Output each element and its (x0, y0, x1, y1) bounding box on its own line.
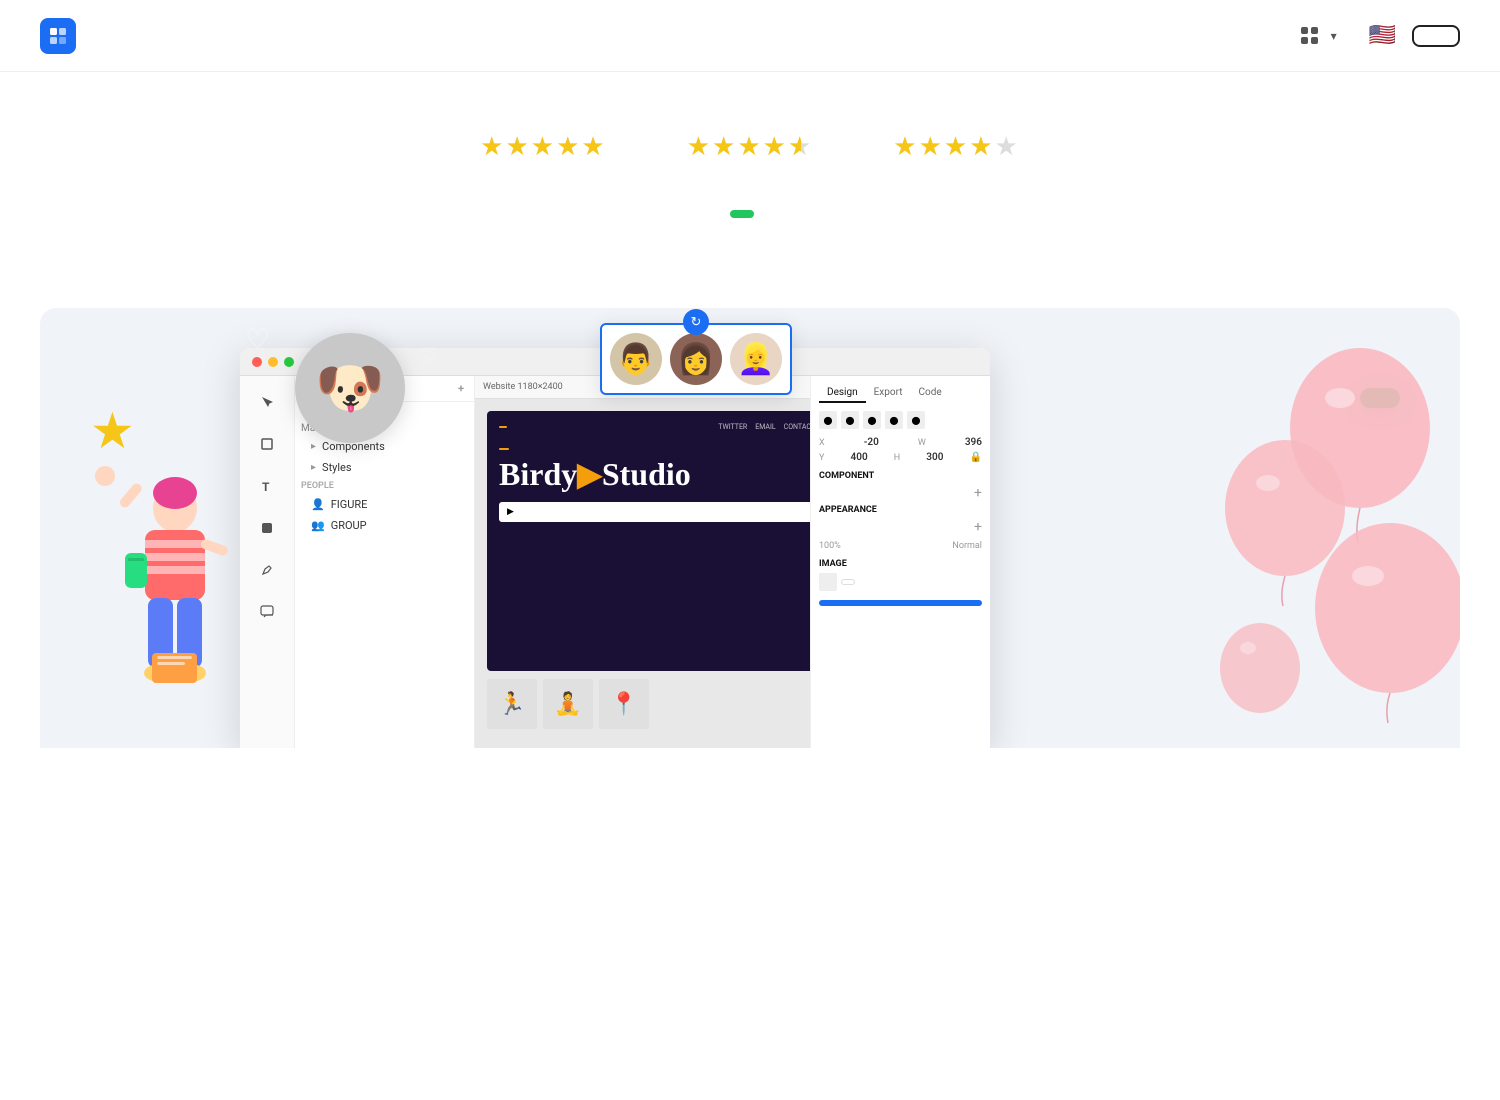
floating-dog: 🐶 (295, 333, 405, 443)
tab-export[interactable]: Export (866, 384, 911, 403)
reviews-row: ★★★★★ ★★★★ ★ ★ ★★★★★ (60, 132, 1440, 170)
minimize-dot (268, 357, 278, 367)
nav-contact: CONTACT (784, 423, 810, 431)
play-icon: ▶ (507, 507, 514, 517)
grid-icon (1301, 27, 1319, 45)
signin-button[interactable] (1412, 25, 1460, 47)
image-section: IMAGE (819, 559, 982, 569)
props-x-value: -20 (864, 437, 879, 448)
canvas-area[interactable]: Website 1180×2400 TWITTER EMAIL (475, 376, 810, 748)
canvas-content: TWITTER EMAIL CONTACT Birdy▶Studio ▶ (475, 399, 810, 741)
props-y-row: Y 400 H 300 🔒 (819, 452, 982, 463)
review-2: ★★★★ ★ ★ (687, 132, 814, 170)
component-section: COMPONENT (819, 471, 982, 481)
review-3: ★★★★★ (893, 132, 1020, 170)
screenshot-inner: ★ (40, 308, 1460, 748)
props-x-label: X (819, 438, 825, 448)
refresh-icon[interactable]: ↻ (683, 309, 709, 335)
tab-code[interactable]: Code (910, 384, 949, 403)
nav-email: EMAIL (755, 423, 775, 431)
props-y-label: Y (819, 453, 824, 463)
nav-links (126, 28, 1285, 44)
thumb-2: 🧘 (543, 679, 593, 729)
nav-pricing[interactable] (286, 28, 314, 44)
add-layer-icon[interactable]: + (458, 382, 464, 395)
nav-release-notes[interactable] (190, 28, 218, 44)
language-flag[interactable]: 🇺🇸 (1369, 23, 1396, 48)
nav-documentation[interactable] (126, 28, 154, 44)
review-1: ★★★★★ (480, 132, 607, 170)
nav-request-features[interactable] (158, 28, 186, 44)
index-badge (499, 426, 507, 428)
thumb-3: 📍 (599, 679, 649, 729)
birdy-title: Birdy▶Studio (499, 458, 810, 490)
navbar: ▾ 🇺🇸 (0, 0, 1500, 72)
hero-subtext-line (60, 210, 1440, 218)
new-badge (730, 210, 754, 218)
site-nav: TWITTER EMAIL CONTACT (718, 423, 810, 431)
website-topbar: TWITTER EMAIL CONTACT (499, 423, 810, 431)
chevron-down-icon: ▾ (1331, 29, 1337, 43)
illustration-left: ★ (70, 368, 270, 748)
props-y-value: 400 (851, 452, 868, 463)
layer-item-person2[interactable]: 👥 GROUP (295, 515, 474, 536)
props-tab-bar: Design Export Code (819, 384, 982, 403)
properties-panel: Design Export Code ⬤ ⬤ ⬤ ⬤ ⬤ X -20 W (810, 376, 990, 748)
align-center-h[interactable]: ⬤ (841, 411, 859, 429)
align-tools: ⬤ ⬤ ⬤ ⬤ ⬤ (819, 411, 982, 429)
image-thumb (819, 573, 837, 591)
props-h-value: 300 (926, 452, 943, 463)
layer-item-person1[interactable]: 👤 FIGURE (295, 494, 474, 515)
close-dot (252, 357, 262, 367)
stars-3: ★★★★★ (893, 132, 1020, 162)
floating-heart-2: ♡ (420, 343, 438, 367)
opacity-row: 100% Normal (819, 541, 982, 551)
robin-badge (499, 448, 509, 450)
props-w-label: W (918, 438, 926, 448)
stars-1: ★★★★★ (480, 132, 607, 162)
layer-expand-icon-2: ▸ (311, 462, 316, 473)
props-x-row: X -20 W 396 (819, 437, 982, 448)
svg-text:★: ★ (90, 403, 135, 461)
balloon-group (1220, 308, 1460, 748)
hero-section: ★★★★★ ★★★★ ★ ★ ★★★★★ (0, 72, 1500, 308)
canvas-thumbs: 🏃 🧘 📍 (487, 679, 798, 729)
layer-label-styles: Styles (322, 461, 352, 474)
nav-right: ▾ 🇺🇸 (1285, 19, 1460, 53)
add-component[interactable]: + (974, 485, 982, 501)
props-w-value: 396 (965, 437, 982, 448)
floating-heart-1: ♡ (245, 323, 270, 356)
logo-link[interactable] (40, 18, 86, 54)
align-right[interactable]: ⬤ (863, 411, 881, 429)
tab-design[interactable]: Design (819, 384, 866, 403)
layer-item-styles[interactable]: ▸ Styles (295, 457, 474, 478)
canvas-size: Website 1180×2400 (483, 382, 563, 392)
layer-label-group: GROUP (331, 519, 367, 532)
video-row: ▶ (499, 502, 810, 522)
screenshot-section: ★ (40, 308, 1460, 748)
products-dropdown-button[interactable]: ▾ (1285, 19, 1353, 53)
appearance-section: APPEARANCE (819, 505, 982, 515)
opacity-label: 100% (819, 541, 841, 551)
align-left[interactable]: ⬤ (819, 411, 837, 429)
align-center-v[interactable]: ⬤ (907, 411, 925, 429)
website-preview: TWITTER EMAIL CONTACT Birdy▶Studio ▶ (487, 411, 810, 671)
thumb-1: 🏃 (487, 679, 537, 729)
nav-features[interactable] (222, 28, 250, 44)
nav-backlog[interactable] (254, 28, 282, 44)
lock-icon[interactable]: 🔒 (970, 452, 982, 463)
layer-label-person: FIGURE (331, 498, 368, 511)
stars-2: ★★★★ ★ ★ (687, 132, 814, 162)
remove-background-button[interactable] (819, 600, 982, 606)
replace-image-row (819, 573, 982, 591)
nav-twitter: TWITTER (718, 423, 747, 431)
add-appearance[interactable]: + (974, 519, 982, 535)
maximize-dot (284, 357, 294, 367)
blend-label: Normal (952, 541, 982, 551)
props-h-label: H (894, 453, 900, 463)
replace-image-button[interactable] (841, 579, 855, 585)
floating-faces: 👨 👩 👱‍♀️ ↻ (600, 323, 792, 395)
align-top[interactable]: ⬤ (885, 411, 903, 429)
logo-icon (40, 18, 76, 54)
